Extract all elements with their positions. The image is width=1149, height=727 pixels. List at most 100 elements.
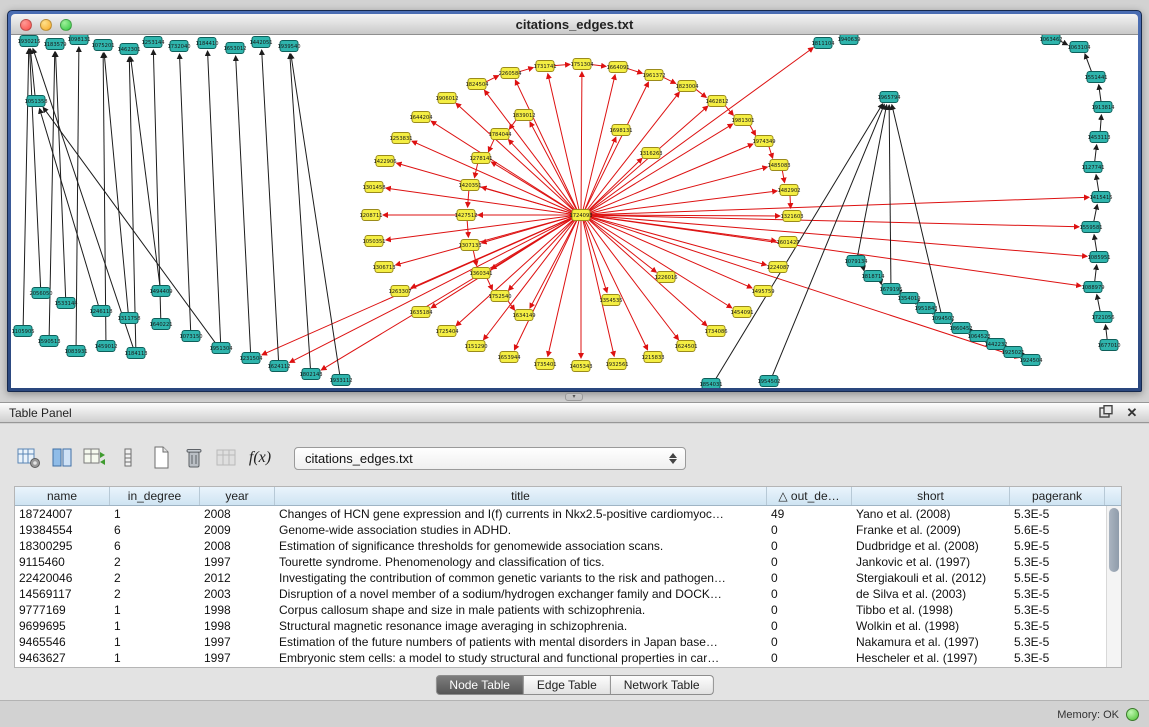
- graph-node[interactable]: 1752540: [488, 291, 511, 302]
- graph-node[interactable]: 1105905: [11, 326, 34, 337]
- table-cell[interactable]: de Silva et al. (2003): [852, 586, 1010, 602]
- table-cell[interactable]: 0: [767, 634, 852, 650]
- graph-node[interactable]: 1454091: [730, 307, 753, 318]
- graph-node[interactable]: 1924504: [1019, 355, 1043, 366]
- table-cell[interactable]: 9699695: [15, 618, 110, 634]
- graph-node[interactable]: 1954502: [757, 376, 780, 387]
- graph-node[interactable]: 1824504: [465, 79, 489, 90]
- graph-node[interactable]: 1624112: [267, 361, 290, 372]
- table-cell[interactable]: Corpus callosum shape and size in male p…: [275, 602, 767, 618]
- graph-node[interactable]: 1495759: [751, 286, 774, 297]
- graph-node[interactable]: 1731741: [533, 61, 556, 72]
- table-cell[interactable]: Wolkin et al. (1998): [852, 618, 1010, 634]
- table-scrollbar[interactable]: [1106, 506, 1121, 667]
- table-selector-dropdown[interactable]: citations_edges.txt: [294, 447, 686, 470]
- graph-node[interactable]: 1725404: [435, 326, 459, 337]
- graph-node[interactable]: 1215833: [641, 352, 664, 363]
- graph-node[interactable]: 1184113: [124, 348, 147, 359]
- graph-node[interactable]: 1644204: [409, 112, 433, 123]
- table-cell[interactable]: 1997: [200, 650, 275, 666]
- graph-node[interactable]: 1083931: [64, 346, 87, 357]
- graph-node[interactable]: 1073150: [179, 331, 202, 342]
- table-row[interactable]: 969969511998Structural magnetic resonanc…: [15, 618, 1121, 634]
- graph-node[interactable]: 1640221: [149, 319, 172, 330]
- table-cell[interactable]: Estimation of the future numbers of pati…: [275, 634, 767, 650]
- memory-status-indicator[interactable]: [1126, 708, 1139, 721]
- table-cell[interactable]: 0: [767, 618, 852, 634]
- table-cell[interactable]: 0: [767, 602, 852, 618]
- graph-node[interactable]: 1485083: [767, 160, 790, 171]
- table-cell[interactable]: 18300295: [15, 538, 110, 554]
- graph-node[interactable]: 1405343: [569, 361, 592, 372]
- graph-node[interactable]: 1925021: [1001, 347, 1024, 358]
- table-cell[interactable]: Tibbo et al. (1998): [852, 602, 1010, 618]
- graph-node[interactable]: 1442051: [249, 37, 272, 48]
- function-builder-icon[interactable]: f(x): [247, 446, 273, 470]
- column-header-in-degree[interactable]: in_degree: [110, 487, 200, 505]
- window-titlebar[interactable]: citations_edges.txt: [11, 14, 1138, 35]
- graph-node[interactable]: 1735401: [533, 359, 556, 370]
- graph-node[interactable]: 1311758: [117, 313, 140, 324]
- graph-node[interactable]: 1226016: [654, 272, 677, 283]
- graph-node[interactable]: 1224087: [766, 262, 789, 273]
- graph-node[interactable]: 1635184: [409, 307, 433, 318]
- graph-node[interactable]: 1930215: [17, 36, 40, 47]
- table-cell[interactable]: Nakamura et al. (1997): [852, 634, 1010, 650]
- network-graph[interactable]: 1724093120871113014581422906125383116442…: [11, 35, 1138, 388]
- table-cell[interactable]: 22420046: [15, 570, 110, 586]
- graph-node[interactable]: 1551441: [1084, 72, 1107, 83]
- graph-node[interactable]: 2056050: [29, 288, 52, 299]
- delete-column-icon[interactable]: [181, 446, 207, 470]
- table-cell[interactable]: 0: [767, 554, 852, 570]
- table-cell[interactable]: 2: [110, 554, 200, 570]
- graph-node[interactable]: 1075201: [91, 40, 114, 51]
- table-cell[interactable]: 5.3E-5: [1010, 506, 1105, 522]
- graph-node[interactable]: 1427512: [454, 210, 477, 221]
- table-cell[interactable]: 0: [767, 538, 852, 554]
- table-cell[interactable]: 49: [767, 506, 852, 522]
- table-cell[interactable]: 2008: [200, 538, 275, 554]
- table-cell[interactable]: Genome-wide association studies in ADHD.: [275, 522, 767, 538]
- network-canvas[interactable]: 1724093120871113014581422906125383116442…: [11, 35, 1138, 388]
- graph-node[interactable]: 1482902: [777, 185, 800, 196]
- graph-node[interactable]: 1127741: [1081, 162, 1104, 173]
- column-header-name[interactable]: name: [15, 487, 110, 505]
- table-cell[interactable]: 5.3E-5: [1010, 650, 1105, 666]
- table-cell[interactable]: Tourette syndrome. Phenomenology and cla…: [275, 554, 767, 570]
- table-row[interactable]: 977716911998Corpus callosum shape and si…: [15, 602, 1121, 618]
- table-cell[interactable]: 1998: [200, 602, 275, 618]
- table-cell[interactable]: 0: [767, 586, 852, 602]
- table-cell[interactable]: 9465546: [15, 634, 110, 650]
- graph-node[interactable]: 2260584: [498, 68, 522, 79]
- graph-node[interactable]: 1354535: [599, 295, 622, 306]
- tab-network-table[interactable]: Network Table: [611, 675, 714, 695]
- graph-node[interactable]: 1653012: [223, 43, 246, 54]
- table-cell[interactable]: 2: [110, 586, 200, 602]
- graph-node[interactable]: 1939540: [277, 41, 300, 52]
- graph-node[interactable]: 1533144: [54, 298, 78, 309]
- table-cell[interactable]: Yano et al. (2008): [852, 506, 1010, 522]
- table-row[interactable]: 946362711997Embryonic stem cells: a mode…: [15, 650, 1121, 666]
- show-columns-icon[interactable]: [49, 446, 75, 470]
- table-cell[interactable]: 5.3E-5: [1010, 634, 1105, 650]
- column-header-title[interactable]: title: [275, 487, 767, 505]
- table-cell[interactable]: Investigating the contribution of common…: [275, 570, 767, 586]
- table-row[interactable]: 946554611997Estimation of the future num…: [15, 634, 1121, 650]
- graph-node[interactable]: 1860452: [949, 323, 972, 334]
- table-row[interactable]: 2242004622012Investigating the contribut…: [15, 570, 1121, 586]
- graph-node[interactable]: 1784044: [488, 129, 512, 140]
- table-cell[interactable]: 1997: [200, 634, 275, 650]
- column-header-out-degree[interactable]: △ out_de…: [767, 487, 852, 505]
- table-scrollbar-thumb[interactable]: [1109, 508, 1119, 572]
- graph-node[interactable]: 1590513: [37, 336, 60, 347]
- graph-node[interactable]: 1307133: [458, 240, 481, 251]
- graph-node[interactable]: 1085951: [1087, 252, 1110, 263]
- table-cell[interactable]: 5.6E-5: [1010, 522, 1105, 538]
- table-cell[interactable]: 2008: [200, 506, 275, 522]
- graph-node[interactable]: 1079134: [844, 256, 868, 267]
- table-cell[interactable]: 1: [110, 634, 200, 650]
- graph-node[interactable]: 1208711: [359, 210, 382, 221]
- table-row[interactable]: 1456911722003Disruption of a novel membe…: [15, 586, 1121, 602]
- table-row[interactable]: 1938455462009Genome-wide association stu…: [15, 522, 1121, 538]
- splitter-handle[interactable]: ▾: [565, 393, 583, 401]
